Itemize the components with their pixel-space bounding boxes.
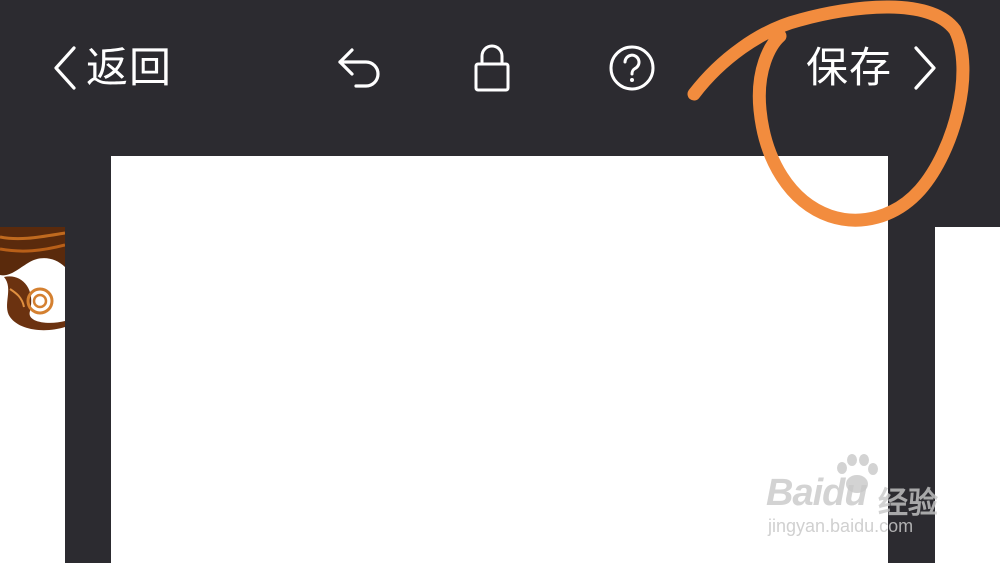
back-label: 返回 xyxy=(86,43,173,92)
undo-icon xyxy=(338,48,380,88)
save-button[interactable]: 保存 xyxy=(806,38,940,98)
save-label: 保存 xyxy=(806,43,893,92)
chevron-right-icon xyxy=(914,46,936,90)
back-button[interactable]: 返回 xyxy=(50,38,172,98)
help-icon xyxy=(609,45,655,91)
chevron-left-icon xyxy=(54,46,76,90)
previous-page-thumbnail[interactable] xyxy=(0,227,65,563)
lock-icon xyxy=(474,44,510,92)
help-button[interactable] xyxy=(604,40,660,96)
watermark-brand: Baidu xyxy=(766,472,868,514)
ornament-image xyxy=(0,227,65,331)
undo-button[interactable] xyxy=(332,40,388,96)
watermark-url: jingyan.baidu.com xyxy=(768,516,914,536)
lock-button[interactable] xyxy=(464,40,520,96)
baidu-watermark: Baidu 经验 jingyan.baidu.com xyxy=(764,452,964,552)
top-toolbar: 返回 保存 xyxy=(0,0,1000,140)
